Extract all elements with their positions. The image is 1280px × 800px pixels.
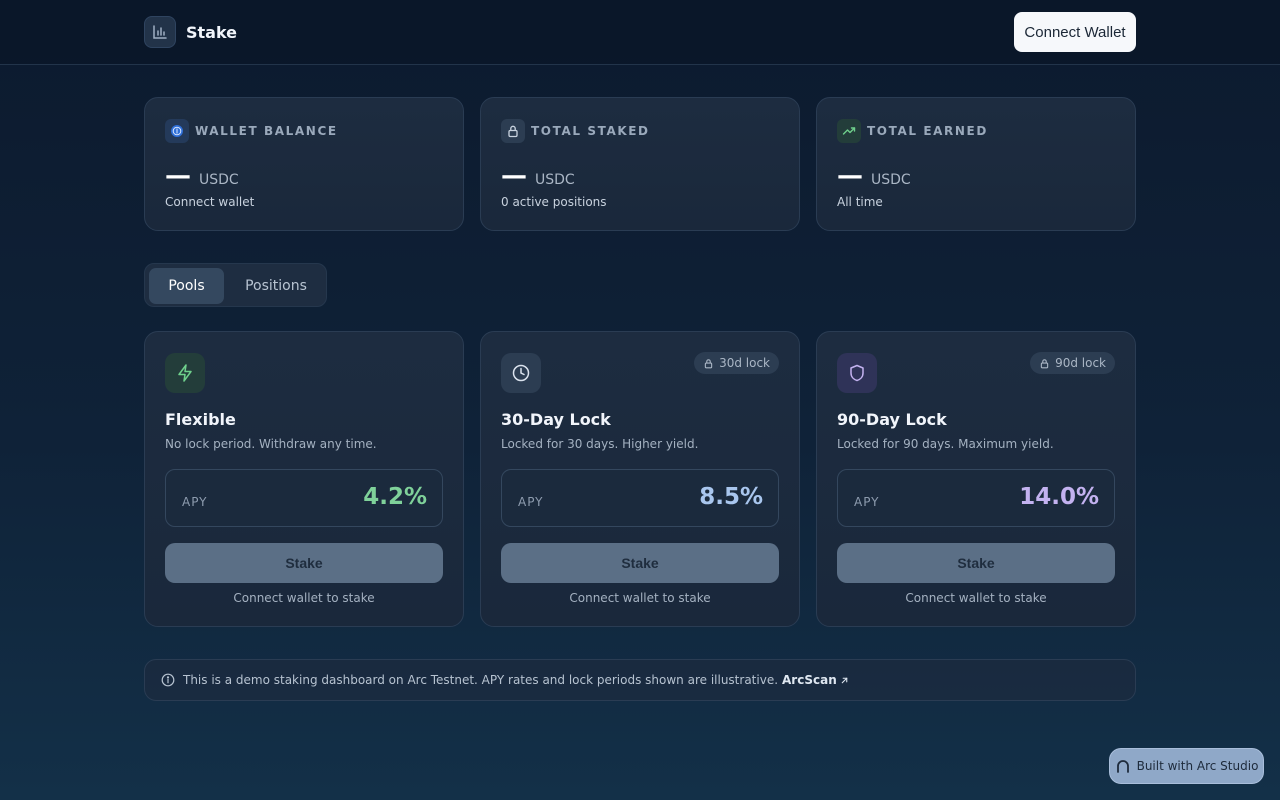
stat-value: — (165, 161, 191, 191)
brand[interactable]: Stake (144, 16, 237, 48)
info-icon (161, 673, 175, 687)
lock-badge: 30d lock (694, 352, 779, 374)
stat-card-total-staked: TOTAL STAKED — USDC 0 active positions (480, 97, 800, 231)
stat-label: TOTAL EARNED (867, 124, 988, 138)
stat-sub: All time (837, 195, 883, 209)
clock-icon (501, 353, 541, 393)
arcscan-link-label[interactable]: ArcScan (782, 673, 837, 687)
built-with-arc-badge[interactable]: Built with Arc Studio (1109, 748, 1264, 784)
usdc-icon (165, 119, 189, 143)
lock-icon (501, 119, 525, 143)
external-link-icon (841, 677, 848, 683)
pool-description: Locked for 90 days. Maximum yield. (837, 437, 1054, 451)
app-header: Stake Connect Wallet (0, 0, 1280, 65)
stat-unit: USDC (535, 172, 575, 188)
stat-value: — (501, 161, 527, 191)
bar-chart-icon (144, 16, 176, 48)
brand-name: Stake (186, 22, 238, 42)
lock-badge: 90d lock (1030, 352, 1115, 374)
tab-pools[interactable]: Pools (149, 268, 224, 304)
apy-label: APY (854, 495, 880, 509)
stat-unit: USDC (871, 172, 911, 188)
stat-value: — (837, 161, 863, 191)
stake-hint: Connect wallet to stake (905, 591, 1047, 605)
arcscan-link[interactable]: ArcScan (782, 673, 849, 687)
stat-sub: 0 active positions (501, 195, 607, 209)
stat-label: TOTAL STAKED (531, 124, 650, 138)
pool-description: No lock period. Withdraw any time. (165, 437, 377, 451)
lock-badge-label: 30d lock (719, 356, 770, 370)
apy-label: APY (182, 495, 208, 509)
built-with-label: Built with Arc Studio (1136, 759, 1259, 773)
stat-card-total-earned: TOTAL EARNED — USDC All time (816, 97, 1136, 231)
pool-card-30-day: 30d lock 30-Day Lock Locked for 30 days.… (480, 331, 800, 627)
apy-label: APY (518, 495, 544, 509)
lock-badge-label: 90d lock (1055, 356, 1106, 370)
stat-label: WALLET BALANCE (195, 124, 338, 138)
stat-card-wallet-balance: WALLET BALANCE — USDC Connect wallet (144, 97, 464, 231)
view-tabs: Pools Positions (144, 263, 327, 307)
stake-hint: Connect wallet to stake (569, 591, 711, 605)
arc-logo-icon (1116, 760, 1129, 773)
pool-card-flexible: Flexible No lock period. Withdraw any ti… (144, 331, 464, 627)
pool-title: Flexible (165, 410, 236, 429)
stake-hint: Connect wallet to stake (233, 591, 375, 605)
apy-value: 4.2% (363, 484, 427, 510)
apy-box: APY 8.5% (501, 469, 779, 527)
lock-icon (704, 358, 713, 368)
demo-notice: This is a demo staking dashboard on Arc … (144, 659, 1136, 701)
apy-box: APY 4.2% (165, 469, 443, 527)
stake-button[interactable]: Stake (165, 543, 443, 583)
stat-unit: USDC (199, 172, 239, 188)
trending-up-icon (837, 119, 861, 143)
pool-description: Locked for 30 days. Higher yield. (501, 437, 699, 451)
notice-text: This is a demo staking dashboard on Arc … (183, 673, 779, 687)
apy-value: 8.5% (699, 484, 763, 510)
apy-box: APY 14.0% (837, 469, 1115, 527)
stat-sub: Connect wallet (165, 195, 255, 209)
pool-title: 90-Day Lock (837, 410, 947, 429)
pool-title: 30-Day Lock (501, 410, 611, 429)
tab-positions[interactable]: Positions (227, 268, 325, 304)
stake-button[interactable]: Stake (837, 543, 1115, 583)
connect-wallet-button[interactable]: Connect Wallet (1014, 12, 1136, 52)
lock-icon (1040, 358, 1049, 368)
zap-icon (165, 353, 205, 393)
pool-card-90-day: 90d lock 90-Day Lock Locked for 90 days.… (816, 331, 1136, 627)
stake-button[interactable]: Stake (501, 543, 779, 583)
shield-icon (837, 353, 877, 393)
apy-value: 14.0% (1019, 484, 1099, 510)
